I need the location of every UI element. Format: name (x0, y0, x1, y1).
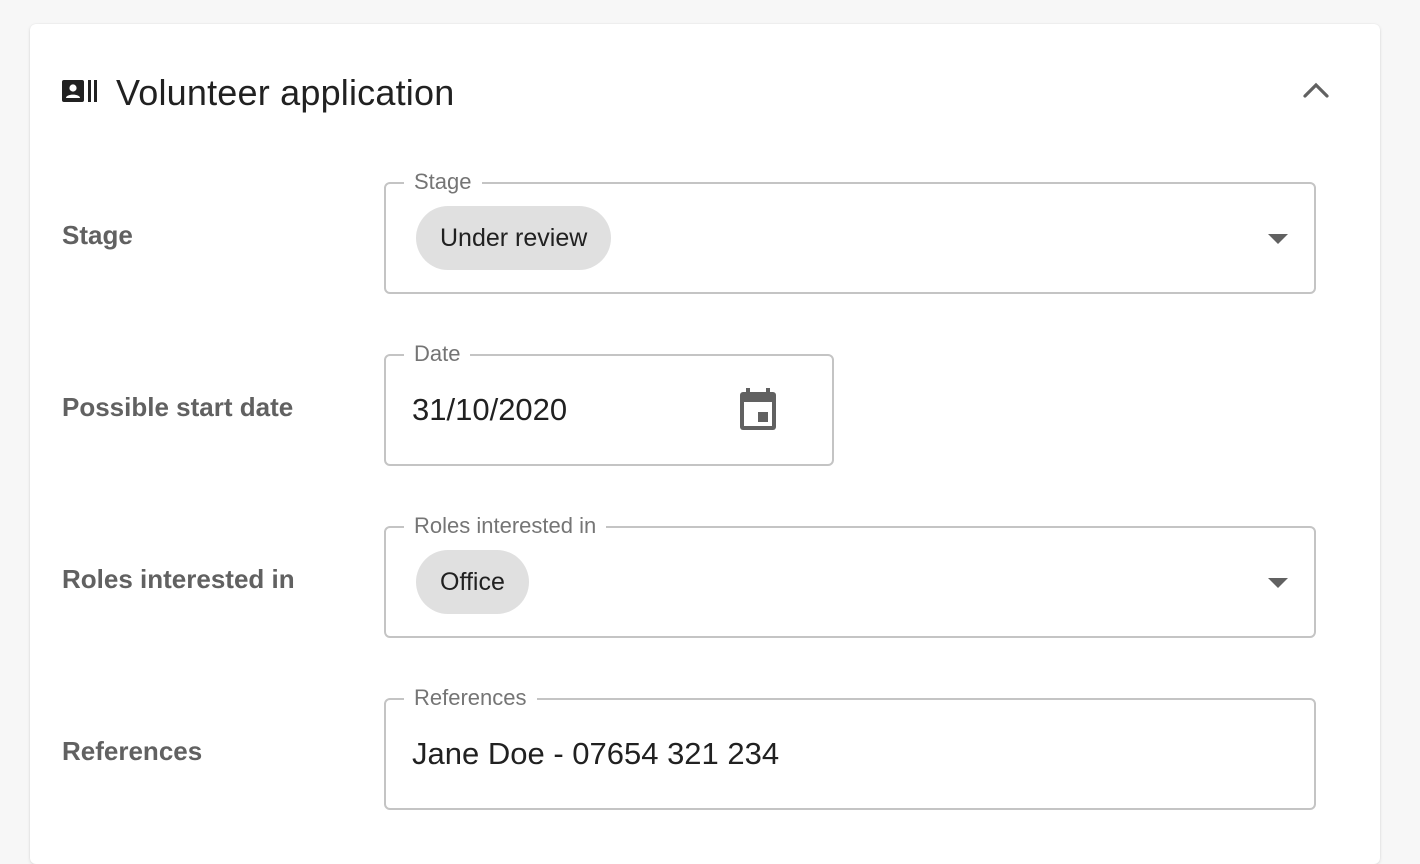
stage-chip[interactable]: Under review (416, 206, 612, 270)
roles-select[interactable]: Roles interested in Office (384, 512, 1316, 638)
date-field-legend: Date (404, 340, 471, 368)
card-title: Volunteer application (116, 72, 455, 113)
stage-field-legend: Stage (404, 168, 482, 196)
collapse-button[interactable] (1296, 70, 1336, 110)
chevron-up-icon (1303, 82, 1329, 98)
date-input[interactable]: 31/10/2020 (412, 390, 567, 430)
start-date-label: Possible start date (62, 392, 294, 422)
date-field[interactable]: Date 31/10/2020 (384, 340, 834, 466)
roles-label: Roles interested in (62, 564, 295, 594)
calendar-icon[interactable] (736, 386, 780, 432)
stage-label: Stage (62, 220, 133, 250)
references-field-legend: References (404, 684, 537, 712)
volunteer-application-card: Volunteer application Stage Stage Under … (30, 24, 1380, 864)
roles-chip[interactable]: Office (416, 550, 529, 614)
stage-select[interactable]: Stage Under review (384, 168, 1316, 294)
references-field[interactable]: References Jane Doe - 07654 321 234 (384, 684, 1316, 810)
dropdown-arrow-icon[interactable] (1268, 578, 1288, 588)
dropdown-arrow-icon[interactable] (1268, 234, 1288, 244)
references-label: References (62, 736, 203, 766)
contact-card-icon (62, 80, 97, 102)
roles-field-legend: Roles interested in (404, 512, 607, 540)
references-input[interactable]: Jane Doe - 07654 321 234 (412, 734, 779, 774)
